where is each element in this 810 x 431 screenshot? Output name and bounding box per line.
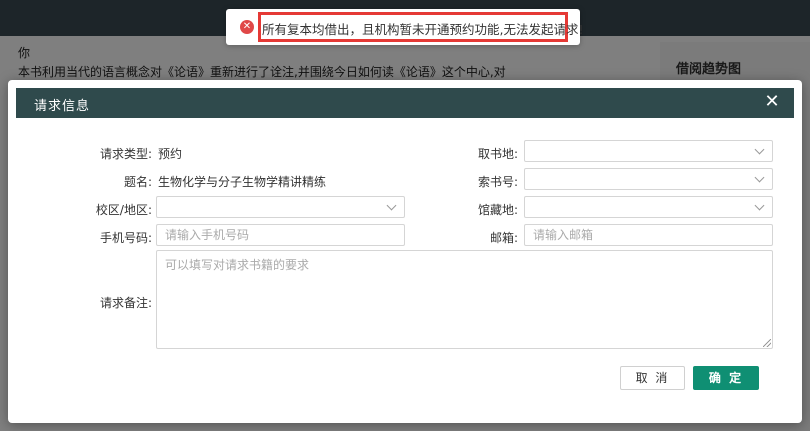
confirm-button[interactable]: 确 定 xyxy=(693,366,759,390)
chevron-down-icon xyxy=(754,200,765,211)
campus-select[interactable] xyxy=(156,196,405,218)
request-type-value: 预约 xyxy=(158,147,183,161)
resize-handle-icon[interactable] xyxy=(763,339,771,347)
call-number-label: 索书号: xyxy=(477,175,518,189)
dialog-header: 请求信息 ✕ xyxy=(16,88,794,118)
email-input[interactable] xyxy=(524,224,773,246)
request-type-label: 请求类型: xyxy=(99,147,152,161)
chevron-down-icon xyxy=(386,200,397,211)
phone-input[interactable] xyxy=(156,224,405,246)
email-label: 邮箱: xyxy=(489,231,518,245)
close-icon[interactable]: ✕ xyxy=(762,92,782,112)
campus-label: 校区/地区: xyxy=(95,203,152,217)
request-info-dialog: 请求信息 ✕ 请求类型: 预约 题名: 生物化学与分子生物学精讲精练 校区/地区… xyxy=(8,80,802,423)
title-label: 题名: xyxy=(123,175,152,189)
pickup-location-label: 取书地: xyxy=(477,147,518,161)
chevron-down-icon xyxy=(754,144,765,155)
error-toast: ✕ 所有复本均借出，且机构暂未开通预约功能,无法发起请求! xyxy=(226,9,584,45)
toast-message: 所有复本均借出，且机构暂未开通预约功能,无法发起请求! xyxy=(262,22,584,37)
title-value: 生物化学与分子生物学精讲精练 xyxy=(158,175,327,189)
collection-location-label: 馆藏地: xyxy=(477,203,518,217)
cancel-button[interactable]: 取 消 xyxy=(620,366,685,390)
notes-label: 请求备注: xyxy=(99,296,152,310)
error-circle-icon: ✕ xyxy=(240,20,254,34)
notes-textarea[interactable] xyxy=(156,250,773,349)
pickup-location-select[interactable] xyxy=(524,140,773,162)
collection-location-select[interactable] xyxy=(524,196,773,218)
chevron-down-icon xyxy=(754,172,765,183)
phone-label: 手机号码: xyxy=(99,231,152,245)
dialog-title: 请求信息 xyxy=(34,99,91,114)
call-number-select[interactable] xyxy=(524,168,773,190)
